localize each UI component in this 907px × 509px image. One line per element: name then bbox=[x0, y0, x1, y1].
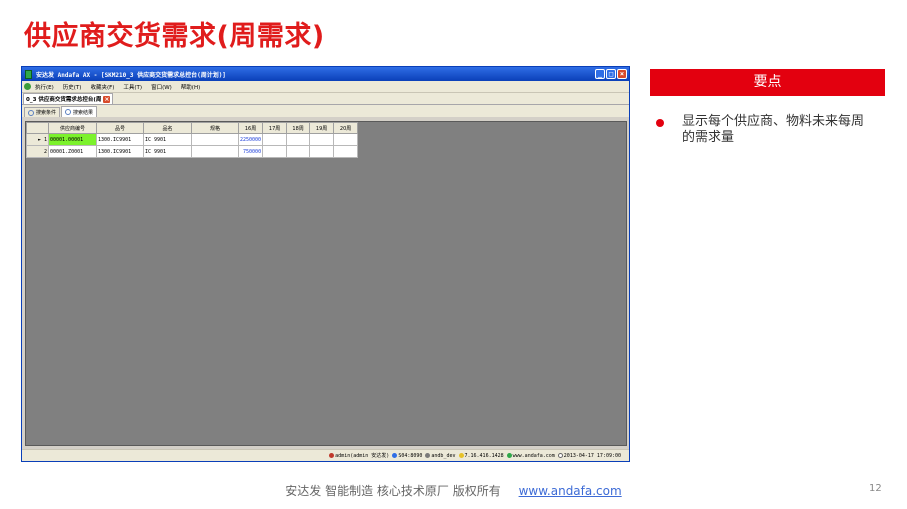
close-button[interactable]: × bbox=[617, 69, 627, 79]
status-time: 2013-04-17 17:09:00 bbox=[563, 452, 621, 459]
app-icon bbox=[25, 69, 32, 79]
clock-icon bbox=[557, 453, 563, 458]
status-user: admin(admin 安达发) bbox=[335, 453, 390, 459]
footer: 安达发 智能制造 核心技术原厂 版权所有 www.andafa.com bbox=[0, 482, 907, 499]
tab-search-results-label: 搜索结果 bbox=[73, 109, 94, 116]
grid-header-spec[interactable]: 规格 bbox=[191, 122, 239, 134]
cell-week16[interactable]: 2250000 bbox=[237, 133, 264, 146]
grid-header-week16[interactable]: 16周 bbox=[237, 122, 264, 134]
row-number[interactable]: 2 bbox=[26, 145, 49, 158]
cell-week17[interactable] bbox=[262, 133, 288, 146]
cell-supplier[interactable]: 00001.00001 bbox=[48, 133, 97, 146]
grid-header-item-name[interactable]: 品名 bbox=[143, 122, 192, 134]
grid-header-week18[interactable]: 18周 bbox=[286, 122, 311, 134]
cell-week18[interactable] bbox=[286, 145, 311, 158]
close-tab-icon[interactable]: × bbox=[103, 95, 111, 103]
database-icon bbox=[425, 453, 431, 458]
view-tabs: 搜索条件 搜索结果 bbox=[22, 105, 629, 117]
cell-spec[interactable] bbox=[191, 145, 239, 158]
key-points-header: 要点 bbox=[650, 69, 885, 96]
status-server: S04:8090 bbox=[398, 452, 423, 459]
page-number: 12 bbox=[869, 483, 882, 494]
status-site: www.andafa.com bbox=[512, 452, 555, 459]
user-icon bbox=[329, 453, 335, 458]
server-icon bbox=[392, 453, 398, 458]
minimize-button[interactable]: _ bbox=[595, 69, 605, 79]
cell-week20[interactable] bbox=[333, 145, 359, 158]
results-grid-area: 供应商编号 品号 品名 规格 16周 17周 18周 19周 20周 ► 1 0… bbox=[25, 121, 627, 446]
restore-button[interactable]: □ bbox=[606, 69, 616, 79]
status-db: andb_dev bbox=[431, 452, 456, 459]
menu-logo-icon bbox=[24, 83, 31, 90]
menu-help[interactable]: 帮助(H) bbox=[181, 83, 200, 91]
cell-supplier[interactable]: 00001.Z0001 bbox=[48, 145, 97, 158]
menu-execute[interactable]: 执行(E) bbox=[35, 83, 54, 91]
results-icon bbox=[65, 109, 72, 115]
grid-header-item-no[interactable]: 品号 bbox=[96, 122, 144, 134]
cell-item-no[interactable]: 1300.IC9901 bbox=[96, 133, 144, 146]
cell-week19[interactable] bbox=[309, 145, 335, 158]
status-ip: 7.16.416.1428 bbox=[464, 452, 504, 459]
key-point-text: 显示每个供应商、物料未来每周的需求量 bbox=[682, 114, 865, 145]
cell-week20[interactable] bbox=[333, 133, 359, 146]
cell-week16[interactable]: 750000 bbox=[237, 145, 264, 158]
doc-tab-supplier-console[interactable]: 0_3 供应商交货需求总控台(周 × bbox=[23, 93, 114, 104]
grid-header-supplier[interactable]: 供应商编号 bbox=[48, 122, 97, 134]
grid-header-rownum bbox=[26, 122, 49, 134]
cell-item-name[interactable]: IC 9901 bbox=[143, 145, 192, 158]
cell-week18[interactable] bbox=[286, 133, 311, 146]
menu-window[interactable]: 窗口(W) bbox=[151, 83, 172, 91]
table-row[interactable]: 2 00001.Z0001 1300.IC9901 IC 9901 750000 bbox=[26, 145, 359, 158]
menu-tools[interactable]: 工具(T) bbox=[123, 83, 142, 91]
bullet-icon bbox=[656, 119, 664, 127]
cell-week19[interactable] bbox=[309, 133, 335, 146]
cell-spec[interactable] bbox=[191, 133, 239, 146]
grid-header-week20[interactable]: 20周 bbox=[333, 122, 359, 134]
search-icon bbox=[28, 109, 34, 116]
menu-favorites[interactable]: 收藏夹(F) bbox=[90, 83, 114, 91]
menu-history[interactable]: 历史(T) bbox=[63, 83, 82, 91]
key-point-item: 显示每个供应商、物料未来每周的需求量 bbox=[656, 114, 886, 146]
doc-tab-label: 0_3 供应商交货需求总控台(周 bbox=[26, 97, 102, 103]
row-number[interactable]: ► 1 bbox=[26, 133, 49, 146]
cell-item-no[interactable]: 1300.IC9901 bbox=[96, 145, 144, 158]
tab-search-results[interactable]: 搜索结果 bbox=[61, 106, 98, 117]
grid-header-row: 供应商编号 品号 品名 规格 16周 17周 18周 19周 20周 bbox=[26, 122, 359, 134]
tab-search-conditions-label: 搜索条件 bbox=[36, 110, 57, 116]
globe-icon bbox=[506, 453, 512, 458]
window-titlebar[interactable]: 安达发 Andafa AX - [SKM210_3 供应商交货需求总控台(周计划… bbox=[22, 67, 629, 81]
table-row[interactable]: ► 1 00001.00001 1300.IC9901 IC 9901 2250… bbox=[26, 133, 359, 146]
menu-bar: 执行(E) 历史(T) 收藏夹(F) 工具(T) 窗口(W) 帮助(H) bbox=[22, 81, 629, 93]
grid-header-week17[interactable]: 17周 bbox=[262, 122, 288, 134]
results-grid: 供应商编号 品号 品名 规格 16周 17周 18周 19周 20周 ► 1 0… bbox=[26, 122, 359, 158]
slide-title: 供应商交货需求(周需求) bbox=[24, 21, 325, 52]
footer-text: 安达发 智能制造 核心技术原厂 版权所有 bbox=[285, 484, 501, 498]
window-title: 安达发 Andafa AX - [SKM210_3 供应商交货需求总控台(周计划… bbox=[36, 71, 226, 79]
app-window: 安达发 Andafa AX - [SKM210_3 供应商交货需求总控台(周计划… bbox=[21, 66, 630, 462]
network-icon bbox=[458, 453, 464, 458]
footer-link[interactable]: www.andafa.com bbox=[519, 484, 622, 498]
tab-search-conditions[interactable]: 搜索条件 bbox=[24, 107, 61, 117]
cell-week17[interactable] bbox=[262, 145, 288, 158]
cell-item-name[interactable]: IC 9901 bbox=[143, 133, 192, 146]
document-tabs: 0_3 供应商交货需求总控台(周 × bbox=[22, 93, 629, 105]
status-bar: admin(admin 安达发) S04:8090 andb_dev 7.16.… bbox=[22, 449, 629, 461]
grid-header-week19[interactable]: 19周 bbox=[309, 122, 335, 134]
